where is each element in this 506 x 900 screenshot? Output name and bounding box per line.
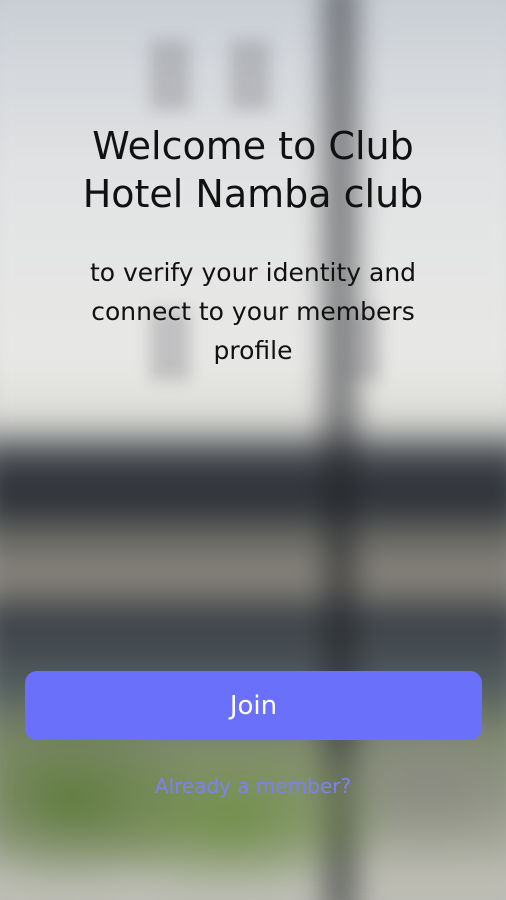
- already-member-link[interactable]: Already a member?: [0, 774, 506, 798]
- welcome-subtitle: to verify your identity and connect to y…: [40, 253, 466, 370]
- welcome-subtitle-line: profile: [213, 336, 293, 365]
- join-button[interactable]: Join: [25, 671, 482, 740]
- welcome-title-line: Hotel Namba club: [82, 172, 424, 216]
- welcome-screen: Welcome to Club Hotel Namba club to veri…: [0, 0, 506, 900]
- welcome-content: Welcome to Club Hotel Namba club to veri…: [0, 0, 506, 900]
- welcome-subtitle-line: to verify your identity and: [89, 258, 417, 287]
- welcome-title: Welcome to Club Hotel Namba club: [20, 122, 486, 218]
- welcome-title-line: Welcome to Club: [92, 124, 414, 168]
- welcome-subtitle-line: connect to your members: [91, 297, 415, 326]
